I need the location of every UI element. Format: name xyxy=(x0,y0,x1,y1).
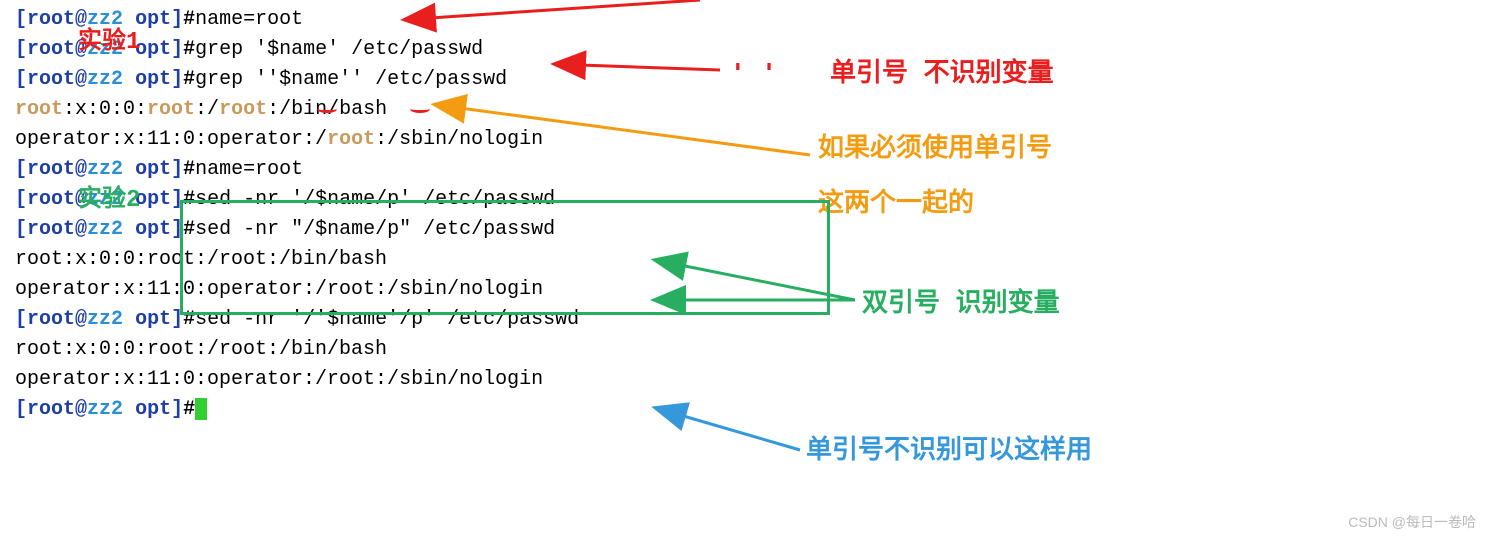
terminal-line-9: root:x:0:0:root:/root:/bin/bash xyxy=(15,245,1476,275)
terminal-line-13: operator:x:11:0:operator:/root:/sbin/nol… xyxy=(15,365,1476,395)
terminal-line-5: operator:x:11:0:operator:/root:/sbin/nol… xyxy=(15,125,1476,155)
terminal-line-10: operator:x:11:0:operator:/root:/sbin/nol… xyxy=(15,275,1476,305)
terminal-line-8: [root@zz2 opt]#sed -nr "/$name/p" /etc/p… xyxy=(15,215,1476,245)
orange-note-2: 这两个一起的 xyxy=(818,185,974,224)
terminal-line-14: [root@zz2 opt]# xyxy=(15,395,1476,425)
blue-note: 单引号不识别可以这样用 xyxy=(806,432,1092,471)
red-underline-1 xyxy=(317,105,337,113)
terminal-line-6: [root@zz2 opt]#name=root xyxy=(15,155,1476,185)
terminal-line-12: root:x:0:0:root:/root:/bin/bash xyxy=(15,335,1476,365)
cursor xyxy=(195,398,207,420)
red-underline-2 xyxy=(410,105,430,113)
terminal-line-1: [root@zz2 opt]#name=root xyxy=(15,5,1476,35)
watermark: CSDN @每日一卷哈 xyxy=(1348,512,1476,533)
red-note: 单引号 不识别变量 xyxy=(830,55,1054,94)
label-experiment-2: 实验2 xyxy=(78,183,140,219)
label-experiment-1: 实验1 xyxy=(78,25,140,61)
orange-note-1: 如果必须使用单引号 xyxy=(818,130,1052,169)
terminal-line-11: [root@zz2 opt]#sed -nr '/'$name'/p' /etc… xyxy=(15,305,1476,335)
terminal-line-7: [root@zz2 opt]#sed -nr '/$name/p' /etc/p… xyxy=(15,185,1476,215)
terminal-line-4: root:x:0:0:root:/root:/bin/bash xyxy=(15,95,1476,125)
red-quotes-annotation: ' ' xyxy=(730,55,777,94)
green-note: 双引号 识别变量 xyxy=(862,285,1060,324)
